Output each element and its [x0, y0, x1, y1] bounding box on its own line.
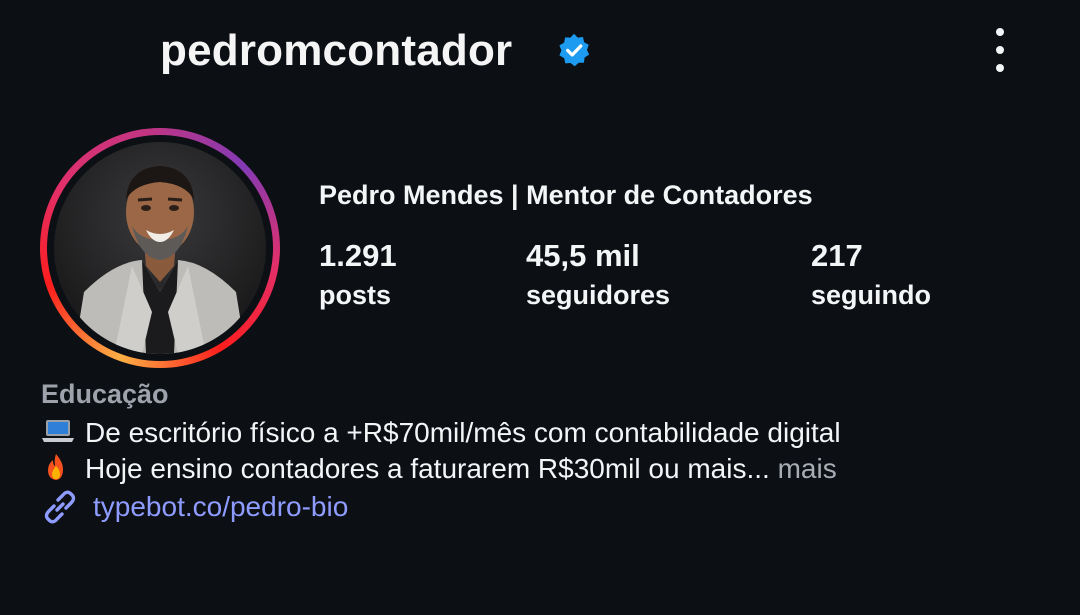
bio-line-2: Hoje ensino contadores a faturarem R$30m…: [41, 452, 837, 489]
laptop-icon: [41, 418, 75, 451]
more-vertical-icon: [996, 28, 1004, 36]
verified-badge-icon: [559, 33, 590, 67]
avatar: [54, 142, 266, 354]
more-options-button[interactable]: [985, 28, 1015, 72]
profile-full-name: Pedro Mendes | Mentor de Contadores: [319, 180, 813, 210]
profile-avatar-story-ring[interactable]: [40, 128, 280, 368]
stat-following[interactable]: 217 seguindo: [811, 236, 931, 313]
posts-label: posts: [319, 280, 392, 310]
avatar-photo: [54, 142, 266, 354]
bio-text-2: Hoje ensino contadores a faturarem R$30m…: [85, 452, 770, 484]
fire-icon: [41, 452, 75, 489]
username-title: pedromcontador: [160, 26, 513, 75]
profile-header: pedromcontador: [0, 0, 1080, 100]
followers-count: 45,5 mil: [526, 238, 640, 273]
followers-label: seguidores: [526, 280, 671, 310]
following-label: seguindo: [811, 280, 931, 310]
stat-posts[interactable]: 1.291 posts: [319, 236, 397, 313]
bio-more-link[interactable]: mais: [770, 453, 837, 484]
bio-link-text[interactable]: typebot.co/pedro-bio: [93, 491, 348, 523]
bio-link[interactable]: typebot.co/pedro-bio: [41, 488, 348, 526]
bio-line-1: De escritório físico a +R$70mil/mês com …: [41, 417, 841, 451]
stat-followers[interactable]: 45,5 mil seguidores: [526, 236, 670, 313]
link-icon: [44, 490, 76, 524]
posts-count: 1.291: [319, 238, 397, 273]
profile-category: Educação: [41, 379, 169, 409]
following-count: 217: [811, 238, 863, 273]
bio-text-1: De escritório físico a +R$70mil/mês com …: [85, 417, 841, 448]
